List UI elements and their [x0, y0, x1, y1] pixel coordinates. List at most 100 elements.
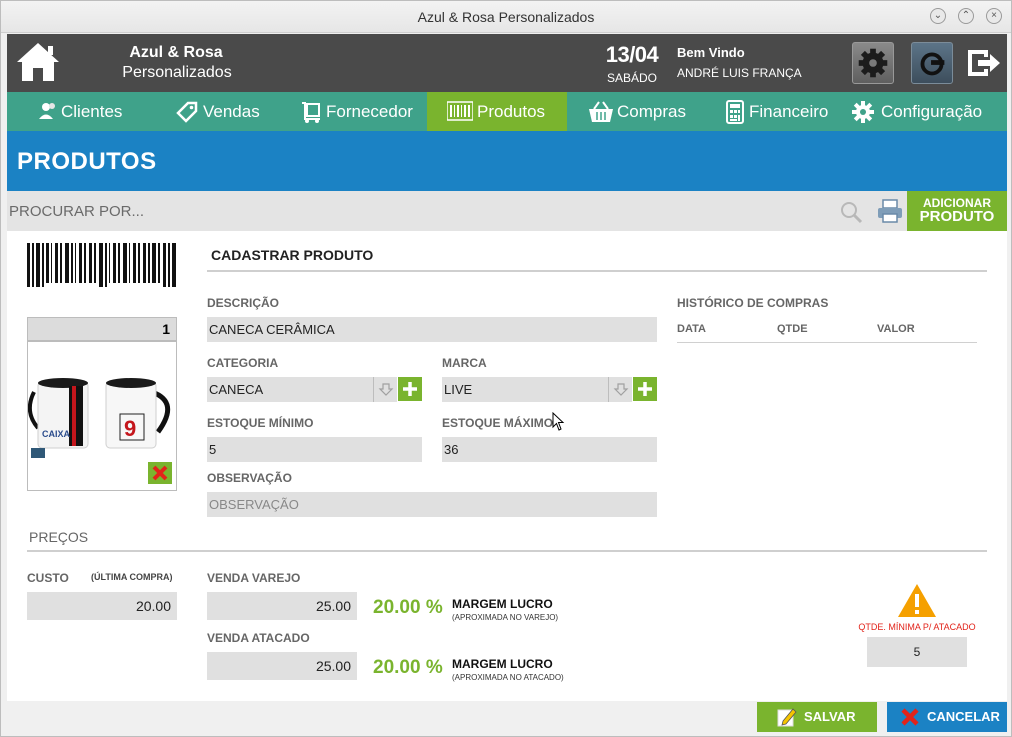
brand-select[interactable]: LIVE [442, 377, 632, 402]
app-window: Azul & Rosa Personalizados ⌄ ⌃ × Azul & … [0, 0, 1012, 737]
nav-item-clientes[interactable]: Clientes [29, 92, 154, 131]
brand-dropdown-arrow[interactable] [608, 377, 632, 402]
save-label: SALVAR [804, 709, 856, 724]
notes-field[interactable]: OBSERVAÇÃO [207, 492, 657, 517]
prices-divider [27, 550, 987, 552]
search-input[interactable] [7, 191, 827, 231]
window-title: Azul & Rosa Personalizados [417, 9, 595, 25]
add-product-line2: PRODUTO [919, 208, 995, 225]
search-icon[interactable] [839, 200, 863, 224]
exit-icon [968, 50, 1000, 76]
minimize-button[interactable]: ⌄ [930, 8, 946, 24]
print-icon[interactable] [877, 199, 903, 223]
cost-label: CUSTO [27, 571, 69, 585]
cost-field[interactable]: 20.00 [27, 592, 177, 620]
mug-photo: CAIXA 9 [28, 378, 170, 458]
category-value: CANECA [209, 382, 264, 397]
tag-icon [176, 101, 198, 123]
category-label: CATEGORIA [207, 356, 279, 370]
page-banner: PRODUTOS [7, 131, 1007, 191]
retail-price-field[interactable]: 25.00 [207, 592, 357, 620]
calculator-icon [726, 100, 744, 124]
min-stock-field[interactable]: 5 [207, 437, 422, 462]
users-icon [39, 103, 55, 119]
nav-label: Financeiro [749, 102, 829, 121]
nav-label: Compras [617, 102, 686, 121]
history-col-value: VALOR [877, 323, 915, 335]
nav-item-vendas[interactable]: Vendas [169, 92, 279, 131]
category-select[interactable]: CANECA [207, 377, 397, 402]
current-date: 13/04 [605, 42, 659, 67]
power-icon [920, 52, 945, 76]
add-category-button[interactable] [398, 377, 422, 401]
purchase-history-title: HISTÓRICO DE COMPRAS [677, 296, 829, 310]
nav-label: Configuração [881, 102, 983, 121]
maximize-button[interactable]: ⌃ [958, 8, 974, 24]
close-icon [901, 708, 919, 726]
barcode-image [27, 243, 176, 287]
form-section-title: CADASTRAR PRODUTO [211, 247, 374, 263]
barcode-icon [447, 101, 473, 121]
nav-item-financeiro[interactable]: Financeiro [723, 92, 833, 131]
basket-icon [589, 101, 613, 122]
add-product-button[interactable]: ADICIONAR PRODUTO [907, 191, 1007, 231]
page-title: PRODUTOS [17, 148, 157, 175]
save-button[interactable]: SALVAR [757, 702, 877, 732]
retail-margin: 20.00 % [373, 597, 443, 618]
cancel-button[interactable]: CANCELAR [887, 702, 1007, 732]
remove-photo-button[interactable] [148, 462, 172, 484]
nav-label: Clientes [61, 102, 123, 121]
wholesale-margin-note: (APROXIMADA NO ATACADO) [452, 673, 564, 682]
plus-icon [403, 382, 417, 396]
exit-button[interactable] [962, 42, 1004, 84]
gear-icon [852, 101, 874, 123]
wholesale-price-field[interactable]: 25.00 [207, 652, 357, 680]
nav-item-fornecedor[interactable]: Fornecedor [294, 92, 419, 131]
history-col-date: DATA [677, 323, 706, 335]
max-stock-field[interactable]: 36 [442, 437, 657, 462]
retail-margin-note: (APROXIMADA NO VAREJO) [452, 613, 559, 622]
min-wholesale-field[interactable]: 5 [867, 637, 967, 667]
home-icon[interactable] [15, 41, 61, 83]
nav-item-compras[interactable]: Compras [585, 92, 695, 131]
min-wholesale-label: QTDE. MÍNIMA P/ ATACADO [858, 622, 976, 632]
supplier-icon [302, 102, 320, 123]
logout-power-button[interactable] [911, 42, 953, 84]
settings-button[interactable] [852, 42, 894, 84]
divider [207, 270, 987, 272]
nav-item-produtos[interactable]: Produtos [427, 92, 567, 131]
description-field[interactable]: CANECA CERÂMICA [207, 317, 657, 342]
brand-value: LIVE [444, 382, 473, 397]
plus-icon [638, 382, 652, 396]
svg-text:CAIXA: CAIXA [42, 429, 71, 439]
welcome-text: Bem Vindo [677, 45, 745, 60]
add-brand-button[interactable] [633, 377, 657, 401]
prices-title: PREÇOS [29, 529, 89, 545]
nav-label: Fornecedor [326, 102, 413, 121]
nav-label: Produtos [477, 102, 546, 121]
retail-label: VENDA VAREJO [207, 571, 301, 585]
gear-icon [858, 48, 888, 78]
category-dropdown-arrow[interactable] [373, 377, 397, 402]
min-stock-label: ESTOQUE MÍNIMO [207, 416, 314, 430]
description-label: DESCRIÇÃO [207, 296, 280, 310]
chevron-down-icon [613, 383, 629, 396]
wholesale-margin: 20.00 % [373, 657, 443, 678]
product-photo[interactable]: CAIXA 9 [27, 341, 177, 491]
cost-note: (ÚLTIMA COMPRA) [91, 572, 173, 582]
chevron-down-icon [378, 383, 394, 396]
title-bar: Azul & Rosa Personalizados ⌄ ⌃ × [1, 1, 1011, 33]
product-code: 1 [27, 317, 177, 341]
mouse-cursor-icon [552, 412, 565, 431]
wholesale-label: VENDA ATACADO [207, 631, 310, 645]
cancel-label: CANCELAR [927, 709, 1000, 724]
product-form: 1 CAIXA 9 CADASTRAR PRODUTO DESCRIÇÃO CA… [7, 231, 1007, 701]
max-stock-label: ESTOQUE MÁXIMO [442, 416, 554, 430]
notes-label: OBSERVAÇÃO [207, 471, 292, 485]
nav-item-configuracao[interactable]: Configuração [849, 92, 999, 131]
warning-icon [898, 584, 936, 617]
wholesale-margin-title: MARGEM LUCRO [452, 657, 553, 671]
user-name: ANDRÉ LUIS FRANÇA [677, 66, 802, 80]
brand-name: Azul & Rosa [129, 44, 223, 61]
close-button[interactable]: × [986, 8, 1002, 24]
